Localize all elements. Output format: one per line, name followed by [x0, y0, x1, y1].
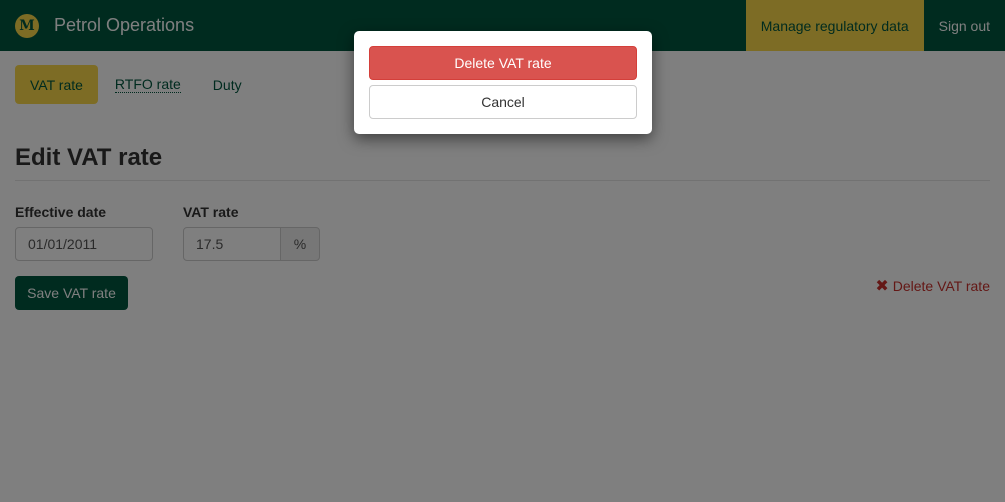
cancel-button[interactable]: Cancel — [369, 85, 637, 119]
confirm-delete-button[interactable]: Delete VAT rate — [369, 46, 637, 80]
confirm-delete-modal: Delete VAT rate Cancel — [354, 31, 652, 134]
page: M Petrol Operations Manage regulatory da… — [0, 0, 1005, 502]
